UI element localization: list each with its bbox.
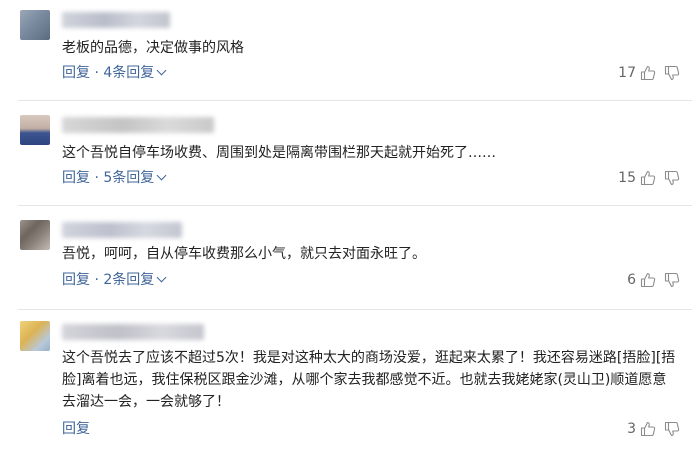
username-blurred[interactable]	[62, 324, 204, 340]
avatar[interactable]	[20, 220, 50, 250]
comment-actions: 回复 · 2条回复	[62, 270, 167, 290]
view-replies-button[interactable]: 5条回复	[103, 170, 167, 186]
chevron-down-icon	[156, 272, 167, 283]
thumbs-up-icon[interactable]	[640, 170, 656, 186]
thumbs-down-icon[interactable]	[664, 272, 680, 288]
reply-button[interactable]: 回复	[62, 272, 90, 288]
divider	[18, 309, 692, 310]
like-count: 17	[618, 65, 636, 81]
avatar[interactable]	[20, 321, 50, 351]
view-replies-button[interactable]: 2条回复	[103, 272, 167, 288]
thumbs-down-icon[interactable]	[664, 65, 680, 81]
divider	[18, 100, 692, 101]
comment-text: 这个吾悦去了应该不超过5次！我是对这种太大的商场没爱，逛起来太累了！我还容易迷路…	[62, 350, 676, 410]
like-count: 15	[618, 170, 636, 186]
username-blurred[interactable]	[62, 12, 170, 28]
thumbs-up-icon[interactable]	[640, 65, 656, 81]
chevron-down-icon	[156, 65, 167, 76]
reply-button[interactable]: 回复	[62, 170, 90, 186]
chevron-down-icon	[156, 170, 167, 181]
reply-button[interactable]: 回复	[62, 421, 90, 437]
comment-item: 吾悦，呵呵，自从停车收费那么小气，就只去对面永旺了。 回复 · 2条回复 6	[0, 210, 692, 313]
username-blurred[interactable]	[62, 222, 182, 238]
comment-text: 这个吾悦自停车场收费、周围到处是隔离带围栏那天起就开始死了……	[62, 145, 496, 161]
avatar[interactable]	[20, 115, 50, 145]
username-blurred[interactable]	[62, 117, 214, 133]
replies-count-label: 4条回复	[103, 65, 155, 81]
view-replies-button[interactable]: 4条回复	[103, 65, 167, 81]
replies-count-label: 5条回复	[103, 170, 155, 186]
comment-actions: 回复	[62, 419, 90, 439]
comment-text: 老板的品德，决定做事的风格	[62, 40, 244, 56]
thumbs-up-icon[interactable]	[640, 421, 656, 437]
avatar[interactable]	[20, 10, 50, 40]
comment-item: 这个吾悦自停车场收费、周围到处是隔离带围栏那天起就开始死了…… 回复 · 5条回…	[0, 105, 692, 210]
comment-actions: 回复 · 4条回复	[62, 63, 167, 83]
comment-item: 这个吾悦去了应该不超过5次！我是对这种太大的商场没爱，逛起来太累了！我还容易迷路…	[0, 313, 692, 449]
like-count: 6	[627, 272, 636, 288]
comment-text: 吾悦，呵呵，自从停车收费那么小气，就只去对面永旺了。	[62, 246, 426, 262]
divider	[18, 205, 692, 206]
reply-button[interactable]: 回复	[62, 65, 90, 81]
thumbs-up-icon[interactable]	[640, 272, 656, 288]
thumbs-down-icon[interactable]	[664, 170, 680, 186]
separator: ·	[90, 65, 104, 81]
replies-count-label: 2条回复	[103, 272, 155, 288]
thumbs-down-icon[interactable]	[664, 421, 680, 437]
like-count: 3	[627, 421, 636, 437]
separator: ·	[90, 272, 104, 288]
separator: ·	[90, 170, 104, 186]
comment-actions: 回复 · 5条回复	[62, 168, 167, 188]
comment-item: 老板的品德，决定做事的风格 回复 · 4条回复 17	[0, 0, 692, 105]
